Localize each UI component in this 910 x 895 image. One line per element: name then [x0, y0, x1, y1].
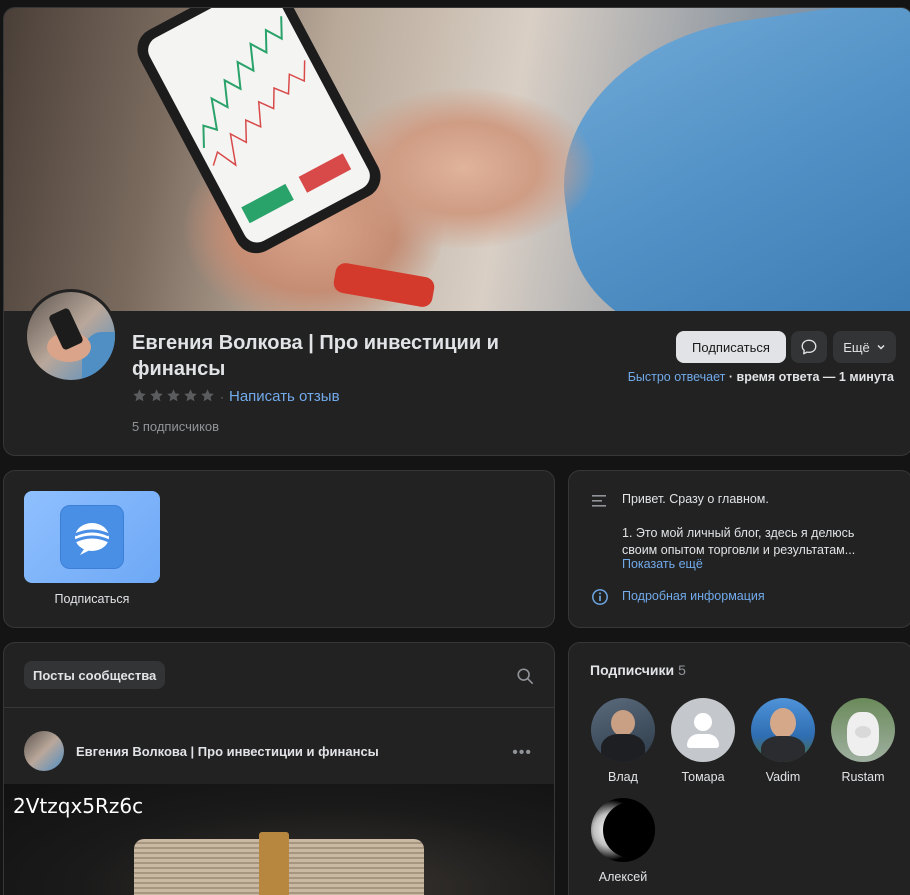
about-text-line1: Привет. Сразу о главном. — [622, 492, 769, 506]
message-bubble-icon — [801, 339, 817, 355]
subscriber-item[interactable]: Rustam — [823, 698, 903, 784]
community-title: Евгения Волкова | Про инвестиции и финан… — [132, 332, 499, 380]
widget-card: Подписаться — [3, 470, 555, 628]
subscriber-name[interactable]: Алексей — [583, 870, 663, 884]
divider — [4, 707, 554, 708]
text-lines-icon — [592, 495, 606, 507]
subscribers-count[interactable]: 5 подписчиков — [132, 419, 219, 434]
rating-row: · Написать отзыв — [132, 388, 340, 405]
subscriber-name[interactable]: Влад — [583, 770, 663, 784]
post-author-name[interactable]: Евгения Волкова | Про инвестиции и финан… — [76, 744, 379, 759]
detailed-info-link[interactable]: Подробная информация — [622, 589, 765, 603]
avatar[interactable] — [591, 798, 655, 862]
subscribers-card: Подписчики 5 Влад Томара Vadim Rustam Ал… — [568, 642, 910, 895]
community-avatar[interactable] — [24, 289, 118, 383]
star-icon[interactable] — [183, 388, 200, 405]
subscribe-button[interactable]: Подписаться — [676, 331, 786, 363]
widget-label[interactable]: Подписаться — [24, 592, 160, 606]
subscribers-title-label: Подписчики — [590, 662, 675, 678]
avatar[interactable] — [671, 698, 735, 762]
search-icon[interactable] — [516, 667, 534, 685]
reply-fast-label: Быстро отвечает — [627, 370, 726, 384]
avatar[interactable] — [831, 698, 895, 762]
star-icon[interactable] — [166, 388, 183, 405]
post-image-caption: 2Vtzqx5Rz6c — [13, 794, 144, 818]
post-author-avatar[interactable] — [24, 731, 64, 771]
subscriber-item[interactable]: Томара — [663, 698, 743, 784]
reply-time: · время ответа — 1 минута — [725, 370, 894, 384]
subscriber-name[interactable]: Vadim — [743, 770, 823, 784]
subscriber-item[interactable]: Алексей — [583, 798, 663, 884]
message-button[interactable] — [791, 331, 827, 363]
subscribe-widget-tile[interactable] — [24, 491, 160, 583]
more-button-label: Ещё — [843, 339, 870, 355]
posts-card: Посты сообщества Евгения Волкова | Про и… — [3, 642, 555, 895]
avatar[interactable] — [751, 698, 815, 762]
star-icon[interactable] — [132, 388, 149, 405]
subscriber-name[interactable]: Томара — [663, 770, 743, 784]
reply-time-info: Быстро отвечает · время ответа — 1 минут… — [628, 370, 894, 384]
subscriber-name[interactable]: Rustam — [823, 770, 903, 784]
chevron-down-icon — [877, 344, 885, 350]
more-button[interactable]: Ещё — [833, 331, 896, 363]
app-logo-icon — [60, 505, 124, 569]
subscribers-title-count: 5 — [678, 662, 686, 678]
subscriber-item[interactable]: Vadim — [743, 698, 823, 784]
post-image[interactable]: 2Vtzqx5Rz6c — [4, 784, 554, 895]
about-text-line2: 1. Это мой личный блог, здесь я делюсь с… — [622, 526, 856, 557]
avatar[interactable] — [591, 698, 655, 762]
star-icon[interactable] — [200, 388, 217, 405]
info-icon — [592, 589, 608, 605]
tab-community-posts[interactable]: Посты сообщества — [24, 661, 166, 689]
rating-separator: · — [220, 389, 224, 404]
subscriber-item[interactable]: Влад — [583, 698, 663, 784]
community-header: Евгения Волкова | Про инвестиции и финан… — [3, 7, 910, 456]
star-icon[interactable] — [149, 388, 166, 405]
show-more-link[interactable]: Показать ещё — [622, 557, 703, 571]
post-menu-button[interactable]: ••• — [512, 744, 532, 762]
subscribers-title[interactable]: Подписчики 5 — [590, 662, 686, 678]
about-card: Привет. Сразу о главном. 1. Это мой личн… — [568, 470, 910, 628]
write-review-link[interactable]: Написать отзыв — [229, 388, 340, 405]
cover-image — [4, 8, 910, 311]
